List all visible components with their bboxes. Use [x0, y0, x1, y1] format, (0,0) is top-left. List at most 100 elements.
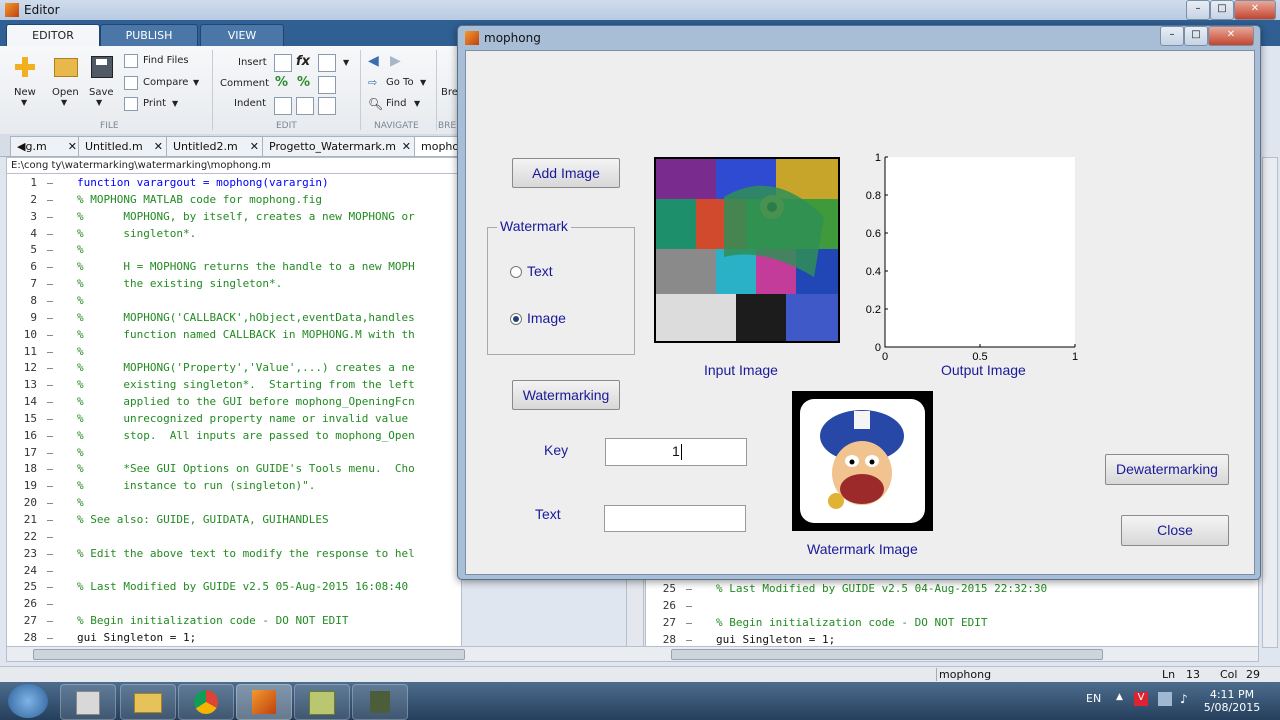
taskbar-app-1[interactable] — [60, 684, 116, 720]
close-icon[interactable]: ✕ — [68, 137, 77, 156]
taskbar-app-6[interactable] — [352, 684, 408, 720]
breakpoint-gutter-mark[interactable] — [47, 250, 53, 252]
code-line[interactable]: gui Singleton = 1; — [716, 633, 835, 646]
breakpoint-gutter-mark[interactable] — [47, 300, 53, 302]
code-line[interactable]: % — [77, 294, 84, 307]
breakpoint-gutter-mark[interactable] — [47, 418, 53, 420]
breakpoint-gutter-mark[interactable] — [47, 284, 53, 286]
code-line[interactable]: % H = MOPHONG returns the handle to a ne… — [77, 260, 415, 273]
breakpoint-gutter-mark[interactable] — [47, 520, 53, 521]
breakpoint-gutter-mark[interactable] — [47, 604, 53, 606]
code-line[interactable]: % — [77, 345, 84, 358]
scroll-thumb[interactable] — [33, 649, 465, 660]
breakpoint-gutter-mark[interactable] — [47, 435, 53, 437]
tab-publish[interactable]: PUBLISH — [100, 24, 198, 47]
find-files-button[interactable]: Find Files — [124, 54, 204, 70]
breakpoint-gutter-mark[interactable] — [686, 622, 692, 624]
breakpoint-gutter-mark[interactable] — [47, 486, 53, 488]
close-button[interactable]: Close — [1121, 515, 1229, 546]
close-window-button[interactable]: ✕ — [1234, 0, 1276, 20]
breakpoint-gutter-mark[interactable] — [47, 216, 53, 218]
wrap-comments-icon[interactable] — [318, 76, 336, 94]
breakpoint-gutter-mark[interactable] — [47, 587, 53, 589]
key-input[interactable]: 1 — [605, 438, 747, 466]
decrease-indent-icon[interactable] — [318, 97, 336, 115]
code-line[interactable]: % Edit the above text to modify the resp… — [77, 547, 415, 560]
code-line[interactable]: % *See GUI Options on GUIDE's Tools menu… — [77, 462, 415, 475]
code-line[interactable]: % — [77, 446, 84, 459]
splitter[interactable] — [626, 579, 644, 646]
code-line[interactable]: % Begin initialization code - DO NOT EDI… — [716, 616, 988, 629]
code-line[interactable]: % the existing singleton*. — [77, 277, 282, 290]
maximize-button[interactable]: □ — [1210, 0, 1234, 20]
code-line[interactable]: % singleton*. — [77, 227, 196, 240]
breakpoint-gutter-mark[interactable] — [47, 452, 53, 454]
go-to-button[interactable]: ⇨ Go To ▼ — [368, 76, 432, 92]
breakpoint-gutter-mark[interactable] — [47, 317, 53, 319]
doc-tab-untitled2[interactable]: Untitled2.m ✕ — [166, 136, 264, 156]
taskbar-matlab[interactable] — [236, 684, 292, 720]
tray-app-icon[interactable]: V — [1134, 692, 1148, 706]
code-line[interactable]: % MOPHONG, by itself, creates a new MOPH… — [77, 210, 415, 223]
compare-button[interactable]: Compare ▼ — [124, 76, 204, 92]
breakpoint-gutter-mark[interactable] — [47, 334, 53, 336]
code-line[interactable]: % Begin initialization code - DO NOT EDI… — [77, 614, 349, 627]
comment-percent-icon[interactable]: % — [275, 75, 288, 90]
breakpoint-gutter-mark[interactable] — [47, 469, 53, 471]
breakpoint-gutter-mark[interactable] — [47, 553, 53, 555]
breakpoint-gutter-mark[interactable] — [686, 589, 692, 590]
close-icon[interactable]: ✕ — [402, 137, 411, 156]
save-button[interactable]: Save ▼ — [86, 54, 116, 114]
doc-tab-progetto-watermark[interactable]: Progetto_Watermark.m ✕ — [262, 136, 416, 156]
mophong-close-button[interactable]: ✕ — [1208, 26, 1254, 46]
code-editor-split[interactable]: 25 % Last Modified by GUIDE v2.5 04-Aug-2… — [645, 579, 1259, 648]
dewatermarking-button[interactable]: Dewatermarking — [1105, 454, 1229, 485]
code-line[interactable]: % function named CALLBACK in MOPHONG.M w… — [77, 328, 415, 341]
smart-indent-icon[interactable] — [274, 97, 292, 115]
code-line[interactable]: % MOPHONG MATLAB code for mophong.fig — [77, 193, 322, 206]
insert-function-icon[interactable] — [318, 54, 336, 72]
mophong-minimize-button[interactable]: – — [1160, 26, 1184, 46]
code-line[interactable]: % Last Modified by GUIDE v2.5 05-Aug-201… — [77, 580, 408, 593]
code-line[interactable]: % MOPHONG('Property','Value',...) create… — [77, 361, 415, 374]
code-line[interactable]: % existing singleton*. Starting from the… — [77, 378, 415, 391]
radio-image-circle[interactable] — [510, 313, 522, 325]
breakpoint-gutter-mark[interactable] — [47, 637, 53, 639]
radio-image[interactable]: Image — [510, 310, 590, 328]
breakpoint-gutter-mark[interactable] — [47, 621, 53, 623]
code-line[interactable]: % stop. All inputs are passed to mophong… — [77, 429, 415, 442]
fx-icon[interactable]: fx — [296, 54, 310, 69]
language-indicator[interactable]: EN — [1086, 692, 1101, 705]
horizontal-scrollbar[interactable] — [6, 646, 1259, 662]
breakpoint-gutter-mark[interactable] — [47, 368, 53, 370]
close-icon[interactable]: ✕ — [154, 137, 163, 156]
add-image-button[interactable]: Add Image — [512, 158, 620, 188]
taskbar-notes[interactable] — [294, 684, 350, 720]
back-arrow-icon[interactable]: ◀ — [368, 53, 379, 69]
code-line[interactable]: % Last Modified by GUIDE v2.5 04-Aug-201… — [716, 582, 1047, 595]
breakpoint-gutter-mark[interactable] — [47, 351, 53, 353]
breakpoint-gutter-mark[interactable] — [686, 605, 692, 607]
print-button[interactable]: Print ▼ — [124, 97, 204, 113]
clock[interactable]: 4:11 PM 5/08/2015 — [1202, 688, 1262, 714]
code-editor[interactable]: 1 function varargout = mophong(varargin) 2… — [6, 173, 462, 648]
find-button[interactable]: 🔍︎ Find ▼ — [368, 97, 432, 113]
breakpoint-gutter-mark[interactable] — [47, 570, 53, 572]
code-line[interactable]: % applied to the GUI before mophong_Open… — [77, 395, 415, 408]
radio-text-circle[interactable] — [510, 266, 522, 278]
minimize-button[interactable]: – — [1186, 0, 1210, 20]
vertical-scrollbar[interactable] — [1262, 157, 1278, 648]
close-icon[interactable]: ✕ — [250, 137, 259, 156]
radio-text[interactable]: Text — [510, 263, 590, 281]
open-button[interactable]: Open ▼ — [48, 54, 82, 114]
volume-icon[interactable]: ♪ — [1180, 692, 1188, 706]
code-line[interactable]: % — [77, 243, 84, 256]
increase-indent-icon[interactable] — [296, 97, 314, 115]
scroll-thumb-right[interactable] — [671, 649, 1103, 660]
uncomment-icon[interactable]: % — [297, 75, 310, 90]
breakpoint-gutter-mark[interactable] — [47, 233, 53, 235]
taskbar-chrome[interactable] — [178, 684, 234, 720]
forward-arrow-icon[interactable]: ▶ — [390, 53, 401, 69]
code-line[interactable]: % See also: GUIDE, GUIDATA, GUIHANDLES — [77, 513, 329, 526]
breakpoint-gutter-mark[interactable] — [47, 503, 53, 505]
